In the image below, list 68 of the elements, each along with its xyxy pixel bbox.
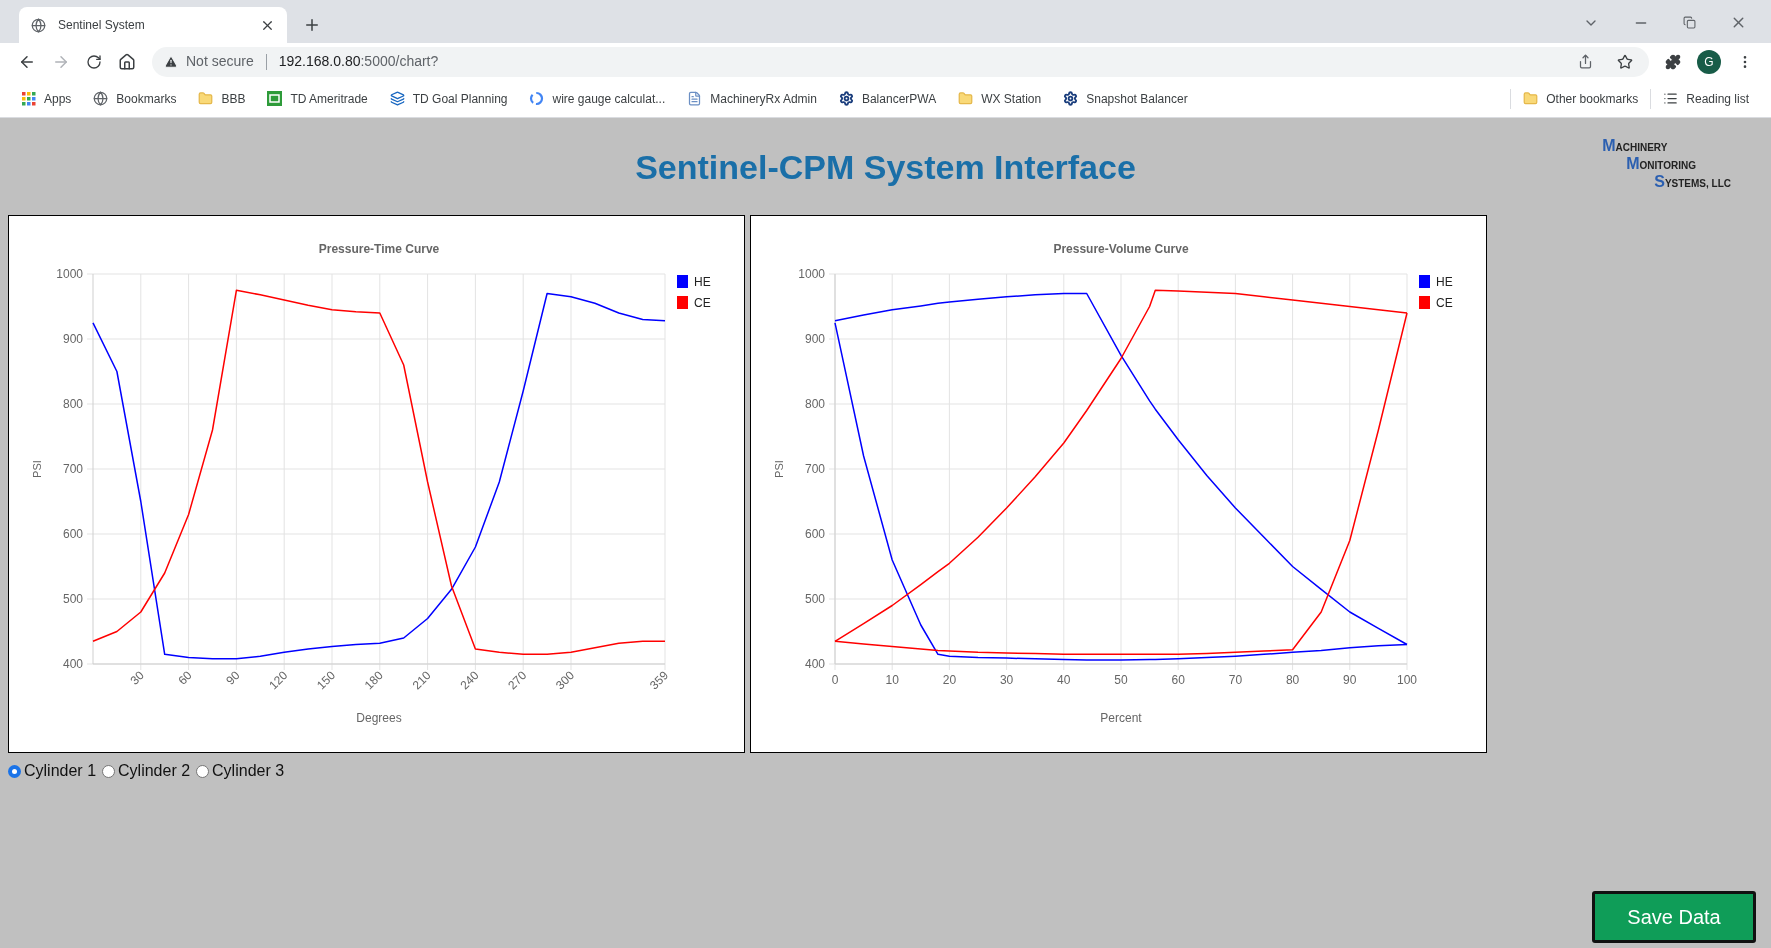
- logo-line: MACHINERY: [1602, 138, 1669, 156]
- tick-label: 800: [62, 397, 83, 411]
- tick-label: 400: [804, 657, 825, 671]
- tick-label: 900: [62, 332, 83, 346]
- tick-label: 0: [831, 673, 839, 687]
- bookmark-label: TD Ameritrade: [290, 90, 368, 108]
- tick-label: 120: [266, 668, 291, 693]
- bookmark-label: Apps: [44, 90, 72, 108]
- security-label: Not secure: [186, 52, 254, 71]
- bookmark-label: WX Station: [981, 90, 1042, 108]
- tick-label: 210: [409, 668, 434, 693]
- tick-label: 600: [62, 527, 83, 541]
- tab-title: Sentinel System: [58, 17, 146, 34]
- tick-label: 30: [999, 673, 1014, 687]
- tick-label: 90: [1343, 673, 1357, 687]
- bookmark-label: Bookmarks: [116, 90, 177, 108]
- tick-label: 600: [804, 527, 825, 541]
- tick-label: 100: [1397, 673, 1417, 687]
- tick-label: 50: [1114, 673, 1128, 687]
- legend-label: CE: [1436, 296, 1453, 310]
- tick-label: 180: [361, 668, 386, 693]
- axis-title: PSI: [31, 460, 43, 478]
- axis-title: PSI: [773, 460, 785, 478]
- tick-label: 10: [885, 673, 899, 687]
- radio-label: Cylinder 2: [118, 761, 191, 781]
- bookmark-label: wire gauge calculat...: [552, 90, 666, 108]
- tick-label: 40: [1057, 673, 1071, 687]
- chart-title: Pressure-Volume Curve: [1053, 242, 1189, 256]
- tick-label: 700: [804, 462, 825, 476]
- url-text: 192.168.0.80:5000/chart?: [278, 52, 439, 71]
- bookmark-label: Snapshot Balancer: [1086, 90, 1188, 108]
- bookmark-label: BBB: [221, 90, 246, 108]
- tick-label: 90: [223, 668, 243, 688]
- legend-label: HE: [694, 275, 711, 289]
- bookmark-label: BalancerPWA: [861, 90, 937, 108]
- logo-line: SYSTEMS, LLC: [1654, 174, 1731, 192]
- bookmark-label: TD Goal Planning: [412, 90, 508, 108]
- page-title: Sentinel-CPM System Interface: [635, 147, 1136, 188]
- tick-label: 70: [1228, 673, 1243, 687]
- radio-label: Cylinder 1: [24, 761, 97, 781]
- tick-label: 240: [457, 668, 482, 693]
- tick-label: 300: [553, 668, 578, 693]
- chart-title: Pressure-Time Curve: [318, 242, 440, 256]
- tick-label: 20: [942, 673, 957, 687]
- tick-label: 150: [314, 668, 339, 693]
- legend-label: CE: [694, 296, 711, 310]
- bookmark-label: Other bookmarks: [1546, 90, 1639, 108]
- tick-label: 700: [62, 462, 83, 476]
- bookmark-label: MachineryRx Admin: [710, 90, 817, 108]
- logo-line: MONITORING: [1626, 156, 1697, 174]
- tick-label: 359: [647, 668, 672, 693]
- tick-label: 30: [127, 668, 147, 688]
- tick-label: 60: [175, 668, 195, 688]
- tick-label: 500: [62, 592, 83, 606]
- radio-label: Cylinder 3: [212, 761, 285, 781]
- tick-label: 1000: [798, 267, 825, 281]
- tick-label: 800: [804, 397, 825, 411]
- axis-title: Percent: [1100, 711, 1142, 725]
- tick-label: 1000: [56, 267, 83, 281]
- tick-label: 900: [804, 332, 825, 346]
- tick-label: 60: [1171, 673, 1185, 687]
- axis-title: Degrees: [356, 711, 402, 725]
- tick-label: 500: [804, 592, 825, 606]
- button-label: Reading list: [1686, 90, 1749, 108]
- tick-label: 270: [505, 668, 530, 693]
- tick-label: 80: [1285, 673, 1300, 687]
- tick-label: 400: [62, 657, 83, 671]
- legend-label: HE: [1436, 275, 1453, 289]
